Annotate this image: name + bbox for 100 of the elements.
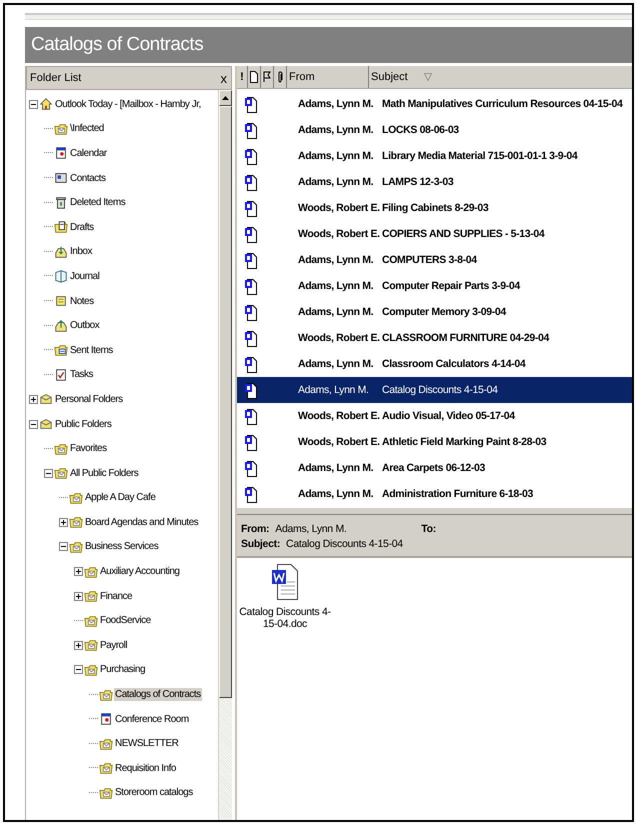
scroll-thumb[interactable]: [219, 106, 232, 698]
expand-toggle[interactable]: [29, 100, 38, 109]
expand-toggle[interactable]: [74, 592, 83, 601]
folder-item[interactable]: Board Agendas and Minutes: [84, 516, 200, 529]
folder-list-title: Folder List: [30, 72, 82, 84]
folder-item[interactable]: Business Services: [84, 540, 160, 554]
folder-item[interactable]: Finance: [99, 590, 134, 603]
message-row[interactable]: Adams, Lynn M. COMPUTERS 3-8-04: [237, 247, 632, 273]
folder-item[interactable]: Contacts: [69, 172, 106, 185]
importance-column-header[interactable]: !: [237, 66, 248, 88]
folder-item[interactable]: Inbox: [69, 245, 93, 258]
subject-column-header[interactable]: Subject: [369, 66, 632, 88]
from-column-header[interactable]: From: [287, 66, 369, 88]
document-icon: [245, 174, 257, 190]
folder-item[interactable]: Deleted Items: [69, 196, 126, 210]
expand-toggle[interactable]: [59, 542, 68, 552]
folder-item[interactable]: Outlook Today - [Mailbox - Hamby Jr,: [54, 98, 202, 111]
document-icon: [245, 486, 257, 502]
document-icon: [245, 304, 257, 320]
message-row[interactable]: Woods, Robert E. Filing Cabinets 8-29-03: [237, 195, 632, 221]
message-sender: Adams, Lynn M.: [298, 384, 370, 396]
folder-item[interactable]: Catalogs of Contracts: [114, 688, 202, 702]
flag-icon: [263, 71, 271, 83]
message-row[interactable]: Adams, Lynn M. Computer Repair Parts 3-9-04: [237, 273, 632, 299]
folder-icon: [69, 515, 83, 530]
splitter-bar[interactable]: [237, 507, 632, 515]
document-icon: [245, 122, 257, 138]
folder-item[interactable]: Payroll: [99, 638, 128, 652]
folder-item[interactable]: Journal: [69, 270, 100, 283]
inbox-tray-icon: [54, 244, 68, 259]
folder-item[interactable]: Requisition Info: [114, 762, 177, 775]
message-row[interactable]: Woods, Robert E. Athletic Field Marking Paint 8-28-03: [237, 429, 632, 455]
folder-item[interactable]: FoodService: [99, 614, 152, 628]
message-row[interactable]: Adams, Lynn M. Area Carpets 06-12-03: [237, 455, 632, 481]
folder-item[interactable]: Calendar: [69, 146, 108, 160]
expand-toggle[interactable]: [29, 420, 38, 429]
folder-item[interactable]: Outbox: [69, 319, 100, 332]
message-row[interactable]: Woods, Robert E. CLASSROOM FURNITURE 04-29-04: [237, 325, 632, 351]
scrollbar[interactable]: [218, 90, 232, 820]
message-subject: Computer Memory 3-09-04: [382, 306, 506, 318]
folder-item[interactable]: Conference Room: [114, 712, 190, 726]
message-subject: Classroom Calculators 4-14-04: [382, 358, 526, 370]
close-button[interactable]: x: [220, 70, 228, 86]
document-icon: [245, 148, 257, 164]
message-sender: Woods, Robert E.: [298, 332, 381, 344]
outbox-tray-icon: [54, 318, 68, 333]
up-arrow-icon: [222, 96, 229, 100]
message-row[interactable]: Woods, Robert E. COPIERS AND SUPPLIES - 5-13-04: [237, 221, 632, 247]
window-title: Catalogs of Contracts: [31, 34, 204, 56]
message-sender: Adams, Lynn M.: [298, 462, 374, 474]
expand-toggle[interactable]: [29, 394, 38, 404]
folder-item[interactable]: Storeroom catalogs: [114, 786, 194, 800]
message-row[interactable]: Adams, Lynn M. Catalog Discounts 4-15-04: [237, 377, 632, 403]
folder-item[interactable]: Tasks: [69, 368, 94, 382]
from-value: Adams, Lynn M.: [275, 523, 348, 535]
message-row[interactable]: Adams, Lynn M. Library Media Material 715-001-01-1 3-9-04: [237, 143, 632, 169]
expand-toggle[interactable]: [74, 567, 83, 576]
folder-item[interactable]: Favorites: [69, 442, 108, 456]
expand-toggle[interactable]: [44, 468, 53, 478]
message-subject: LOCKS 08-06-03: [382, 124, 459, 136]
folder-item[interactable]: Personal Folders: [54, 392, 124, 406]
clipboard-check-icon: [54, 368, 68, 382]
message-row[interactable]: Woods, Robert E. Audio Visual, Video 05-17-04: [237, 403, 632, 429]
folder-icon: [54, 220, 68, 234]
folder-item[interactable]: Public Folders: [54, 418, 112, 431]
folder-item[interactable]: Drafts: [69, 220, 95, 234]
folder-item[interactable]: Sent Items: [69, 344, 114, 357]
expand-toggle[interactable]: [74, 640, 83, 650]
from-label: From:: [241, 523, 270, 535]
message-subject: COPIERS AND SUPPLIES - 5-13-04: [382, 228, 544, 240]
expand-toggle[interactable]: [74, 665, 83, 674]
message-sender: Woods, Robert E.: [298, 410, 381, 422]
message-row[interactable]: Adams, Lynn M. Classroom Calculators 4-14-04: [237, 351, 632, 377]
message-sender: Adams, Lynn M.: [298, 306, 374, 318]
message-row[interactable]: Adams, Lynn M. Math Manipulatives Curriculum Resources 04-15-04: [237, 91, 632, 117]
message-row[interactable]: Adams, Lynn M. Administration Furniture 6-18-03: [237, 481, 632, 507]
message-row[interactable]: Adams, Lynn M. LAMPS 12-3-03: [237, 169, 632, 195]
message-subject: Math Manipulatives Curriculum Resources 04-15-04: [382, 98, 623, 110]
attachment-name[interactable]: Catalog Discounts 4-15-04.doc: [239, 606, 331, 630]
message-subject: CLASSROOM FURNITURE 04-29-04: [382, 332, 549, 344]
folder-item[interactable]: \Infected: [69, 122, 105, 136]
expand-toggle[interactable]: [59, 518, 68, 527]
folder-item[interactable]: Notes: [69, 294, 95, 308]
folder-item[interactable]: NEWSLETTER: [114, 737, 180, 750]
folder-icon: [69, 540, 83, 554]
message-row[interactable]: Adams, Lynn M. Computer Memory 3-09-04: [237, 299, 632, 325]
message-subject: Computer Repair Parts 3-9-04: [382, 280, 520, 292]
message-sender: Adams, Lynn M.: [298, 488, 374, 500]
folder-item[interactable]: Apple A Day Cafe: [84, 491, 156, 504]
scroll-up-button[interactable]: [219, 90, 232, 106]
message-subject: Audio Visual, Video 05-17-04: [382, 410, 515, 422]
folder-item[interactable]: Purchasing: [99, 663, 146, 676]
word-document-icon[interactable]: [272, 564, 298, 600]
document-icon: [245, 330, 257, 346]
document-icon: [245, 278, 257, 294]
message-sender: Adams, Lynn M.: [298, 358, 374, 370]
folder-item[interactable]: Auxiliary Accounting: [99, 565, 180, 578]
message-subject: Administration Furniture 6-18-03: [382, 488, 533, 500]
message-row[interactable]: Adams, Lynn M. LOCKS 08-06-03: [237, 117, 632, 143]
folder-item[interactable]: All Public Folders: [69, 466, 140, 480]
